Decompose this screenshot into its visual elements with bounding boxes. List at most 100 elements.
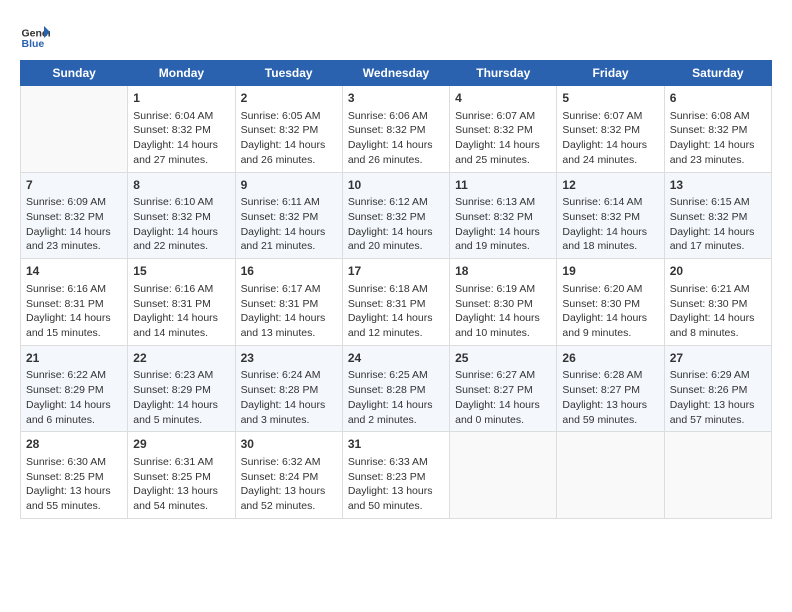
sunset-text: Sunset: 8:32 PM [133, 123, 229, 138]
calendar-cell: 8Sunrise: 6:10 AMSunset: 8:32 PMDaylight… [128, 172, 235, 259]
calendar-week-row: 28Sunrise: 6:30 AMSunset: 8:25 PMDayligh… [21, 432, 772, 519]
calendar-week-row: 1Sunrise: 6:04 AMSunset: 8:32 PMDaylight… [21, 86, 772, 173]
daylight-text: Daylight: 14 hours and 25 minutes. [455, 138, 551, 167]
sunset-text: Sunset: 8:29 PM [133, 383, 229, 398]
sunset-text: Sunset: 8:32 PM [670, 123, 766, 138]
calendar-cell: 30Sunrise: 6:32 AMSunset: 8:24 PMDayligh… [235, 432, 342, 519]
day-number: 11 [455, 177, 551, 194]
sunset-text: Sunset: 8:32 PM [455, 210, 551, 225]
calendar-cell: 4 Sunrise: 6:07 AMSunset: 8:32 PMDaylight… [450, 86, 557, 173]
daylight-text: Daylight: 14 hours and 2 minutes. [348, 398, 444, 427]
daylight-text: Daylight: 13 hours and 57 minutes. [670, 398, 766, 427]
sunrise-text: Sunrise: 6:08 AM [670, 109, 766, 124]
sunset-text: Sunset: 8:32 PM [670, 210, 766, 225]
day-number: 22 [133, 350, 229, 367]
sunset-text: Sunset: 8:26 PM [670, 383, 766, 398]
sunrise-text: Sunrise: 6:14 AM [562, 195, 658, 210]
calendar-cell: 22Sunrise: 6:23 AMSunset: 8:29 PMDayligh… [128, 345, 235, 432]
daylight-text: Daylight: 13 hours and 59 minutes. [562, 398, 658, 427]
sunset-text: Sunset: 8:31 PM [348, 297, 444, 312]
sunset-text: Sunset: 8:32 PM [348, 123, 444, 138]
daylight-text: Daylight: 14 hours and 13 minutes. [241, 311, 337, 340]
daylight-text: Daylight: 13 hours and 55 minutes. [26, 484, 122, 513]
day-number: 21 [26, 350, 122, 367]
sunset-text: Sunset: 8:32 PM [562, 210, 658, 225]
sunset-text: Sunset: 8:32 PM [241, 123, 337, 138]
daylight-text: Daylight: 14 hours and 18 minutes. [562, 225, 658, 254]
sunset-text: Sunset: 8:25 PM [26, 470, 122, 485]
daylight-text: Daylight: 14 hours and 23 minutes. [26, 225, 122, 254]
calendar-cell: 10Sunrise: 6:12 AMSunset: 8:32 PMDayligh… [342, 172, 449, 259]
sunset-text: Sunset: 8:31 PM [241, 297, 337, 312]
sunset-text: Sunset: 8:25 PM [133, 470, 229, 485]
day-number: 19 [562, 263, 658, 280]
sunset-text: Sunset: 8:32 PM [455, 123, 551, 138]
sunrise-text: Sunrise: 6:18 AM [348, 282, 444, 297]
day-number: 7 [26, 177, 122, 194]
sunrise-text: Sunrise: 6:16 AM [133, 282, 229, 297]
daylight-text: Daylight: 14 hours and 3 minutes. [241, 398, 337, 427]
day-number: 24 [348, 350, 444, 367]
sunrise-text: Sunrise: 6:20 AM [562, 282, 658, 297]
calendar-week-row: 14Sunrise: 6:16 AMSunset: 8:31 PMDayligh… [21, 259, 772, 346]
sunset-text: Sunset: 8:31 PM [133, 297, 229, 312]
weekday-header: Thursday [450, 61, 557, 86]
daylight-text: Daylight: 14 hours and 8 minutes. [670, 311, 766, 340]
calendar-cell: 13Sunrise: 6:15 AMSunset: 8:32 PMDayligh… [664, 172, 771, 259]
sunrise-text: Sunrise: 6:15 AM [670, 195, 766, 210]
day-number: 26 [562, 350, 658, 367]
sunset-text: Sunset: 8:30 PM [455, 297, 551, 312]
calendar-cell: 17Sunrise: 6:18 AMSunset: 8:31 PMDayligh… [342, 259, 449, 346]
calendar-cell: 20Sunrise: 6:21 AMSunset: 8:30 PMDayligh… [664, 259, 771, 346]
daylight-text: Daylight: 14 hours and 5 minutes. [133, 398, 229, 427]
sunrise-text: Sunrise: 6:10 AM [133, 195, 229, 210]
day-number: 10 [348, 177, 444, 194]
day-number: 15 [133, 263, 229, 280]
sunset-text: Sunset: 8:29 PM [26, 383, 122, 398]
calendar-cell: 3Sunrise: 6:06 AMSunset: 8:32 PMDaylight… [342, 86, 449, 173]
sunrise-text: Sunrise: 6:29 AM [670, 368, 766, 383]
daylight-text: Daylight: 14 hours and 15 minutes. [26, 311, 122, 340]
calendar-cell [664, 432, 771, 519]
day-number: 20 [670, 263, 766, 280]
sunrise-text: Sunrise: 6:19 AM [455, 282, 551, 297]
sunrise-text: Sunrise: 6:11 AM [241, 195, 337, 210]
day-number: 12 [562, 177, 658, 194]
day-number: 4 [455, 90, 551, 107]
sunrise-text: Sunrise: 6:22 AM [26, 368, 122, 383]
calendar-cell: 16Sunrise: 6:17 AMSunset: 8:31 PMDayligh… [235, 259, 342, 346]
day-number: 6 [670, 90, 766, 107]
calendar-cell: 18Sunrise: 6:19 AMSunset: 8:30 PMDayligh… [450, 259, 557, 346]
logo: General Blue [20, 20, 54, 50]
weekday-header: Friday [557, 61, 664, 86]
sunrise-text: Sunrise: 6:16 AM [26, 282, 122, 297]
daylight-text: Daylight: 14 hours and 21 minutes. [241, 225, 337, 254]
day-number: 9 [241, 177, 337, 194]
day-number: 23 [241, 350, 337, 367]
calendar-cell: 9Sunrise: 6:11 AMSunset: 8:32 PMDaylight… [235, 172, 342, 259]
daylight-text: Daylight: 14 hours and 6 minutes. [26, 398, 122, 427]
calendar-cell: 12Sunrise: 6:14 AMSunset: 8:32 PMDayligh… [557, 172, 664, 259]
sunrise-text: Sunrise: 6:12 AM [348, 195, 444, 210]
sunset-text: Sunset: 8:28 PM [348, 383, 444, 398]
day-number: 8 [133, 177, 229, 194]
daylight-text: Daylight: 14 hours and 0 minutes. [455, 398, 551, 427]
daylight-text: Daylight: 14 hours and 24 minutes. [562, 138, 658, 167]
calendar-cell: 5Sunrise: 6:07 AMSunset: 8:32 PMDaylight… [557, 86, 664, 173]
calendar-cell: 19Sunrise: 6:20 AMSunset: 8:30 PMDayligh… [557, 259, 664, 346]
calendar-cell: 24Sunrise: 6:25 AMSunset: 8:28 PMDayligh… [342, 345, 449, 432]
calendar-cell: 14Sunrise: 6:16 AMSunset: 8:31 PMDayligh… [21, 259, 128, 346]
day-number: 17 [348, 263, 444, 280]
daylight-text: Daylight: 14 hours and 23 minutes. [670, 138, 766, 167]
sunrise-text: Sunrise: 6:21 AM [670, 282, 766, 297]
calendar-cell: 29Sunrise: 6:31 AMSunset: 8:25 PMDayligh… [128, 432, 235, 519]
sunrise-text: Sunrise: 6:17 AM [241, 282, 337, 297]
sunrise-text: Sunrise: 6:31 AM [133, 455, 229, 470]
page-header: General Blue [20, 20, 772, 50]
calendar-cell: 7Sunrise: 6:09 AMSunset: 8:32 PMDaylight… [21, 172, 128, 259]
daylight-text: Daylight: 14 hours and 22 minutes. [133, 225, 229, 254]
sunrise-text: Sunrise: 6:07 AM [455, 109, 551, 124]
daylight-text: Daylight: 13 hours and 52 minutes. [241, 484, 337, 513]
sunset-text: Sunset: 8:24 PM [241, 470, 337, 485]
day-number: 5 [562, 90, 658, 107]
